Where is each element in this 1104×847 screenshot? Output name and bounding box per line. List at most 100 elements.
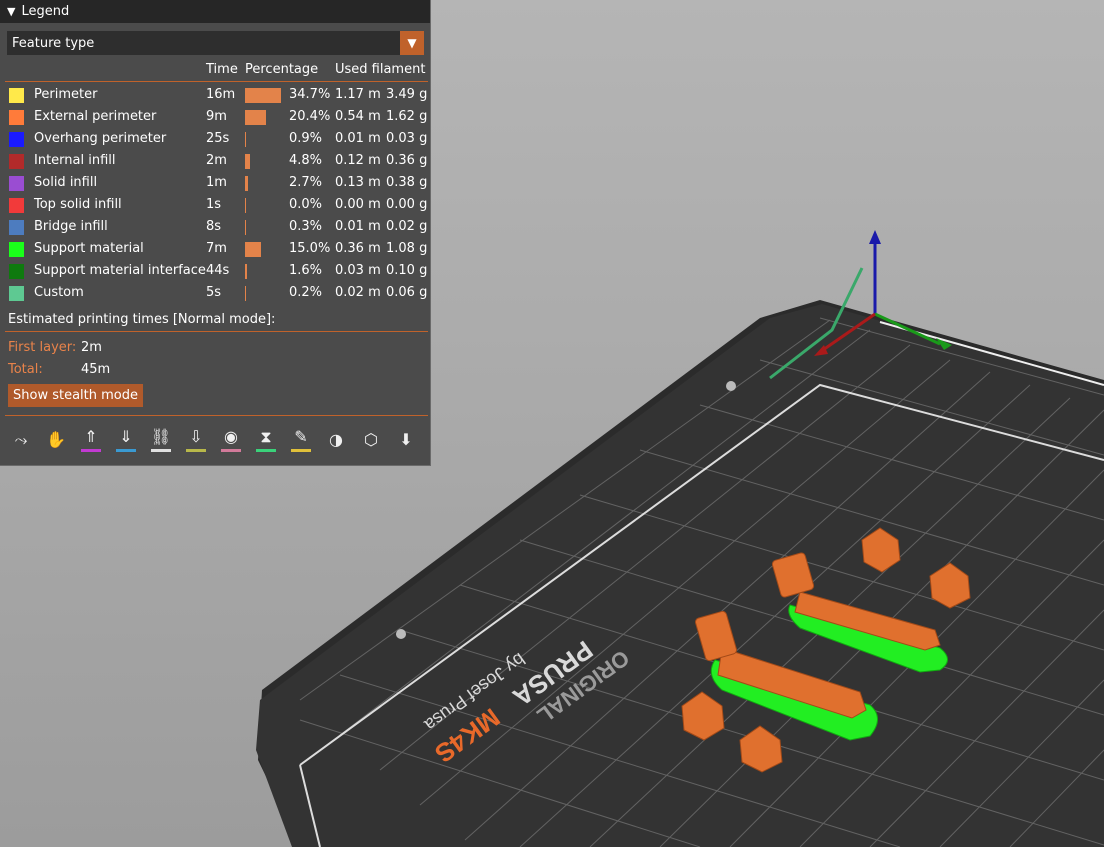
feature-weight: 0.03 g (386, 131, 428, 146)
feature-row[interactable]: Overhang perimeter 25s 0.9% 0.01 m 0.03 g (0, 128, 431, 150)
feature-time: 25s (206, 131, 230, 146)
collapse-triangle-icon[interactable]: ▼ (7, 5, 15, 18)
feature-color-swatch[interactable] (9, 176, 24, 191)
feature-percentage: 34.7% (289, 87, 331, 102)
feature-row[interactable]: Custom 5s 0.2% 0.02 m 0.06 g (0, 282, 431, 304)
feature-weight: 0.06 g (386, 285, 428, 300)
feature-length: 0.02 m (335, 285, 381, 300)
visibility-toolbar: ⤳ ✋ ⇑ ⇓ ⛓ ⇩ ◉ ⧗ ✎ ◑ ⬡ ⬇ (7, 424, 427, 456)
feature-row[interactable]: External perimeter 9m 20.4% 0.54 m 1.62 g (0, 106, 431, 128)
feature-color-swatch[interactable] (9, 264, 24, 279)
feature-color-swatch[interactable] (9, 286, 24, 301)
first-layer-value: 2m (81, 340, 102, 355)
feature-length: 0.00 m (335, 197, 381, 212)
feature-length: 0.54 m (335, 109, 381, 124)
feature-color-swatch[interactable] (9, 110, 24, 125)
total-value: 45m (81, 362, 111, 377)
feature-time: 2m (206, 153, 227, 168)
tool-changes-toggle-button[interactable]: ⇩ (182, 424, 210, 456)
shells-toggle-button[interactable]: ⬡ (357, 424, 385, 456)
percentage-bar (245, 286, 246, 301)
percentage-bar (245, 176, 248, 191)
feature-row[interactable]: Perimeter 16m 34.7% 1.17 m 3.49 g (0, 84, 431, 106)
legend-panel: ▼ Legend Feature type ▼ Time Percentage … (0, 0, 431, 466)
header-time: Time (206, 62, 238, 77)
first-layer-label: First layer: (8, 340, 77, 355)
feature-percentage: 2.7% (289, 175, 323, 190)
feature-time: 1m (206, 175, 227, 190)
feature-percentage: 0.9% (289, 131, 323, 146)
feature-percentage: 15.0% (289, 241, 331, 256)
feature-row[interactable]: Support material 7m 15.0% 0.36 m 1.08 g (0, 238, 431, 260)
feature-row[interactable]: Solid infill 1m 2.7% 0.13 m 0.38 g (0, 172, 431, 194)
color-changes-toggle-button[interactable]: ◉ (217, 424, 245, 456)
custom-gcodes-icon: ✎ (294, 427, 308, 446)
feature-color-swatch[interactable] (9, 154, 24, 169)
feature-color-swatch[interactable] (9, 88, 24, 103)
feature-length: 0.12 m (335, 153, 381, 168)
retractions-toggle-button[interactable]: ⇑ (77, 424, 105, 456)
feature-weight: 0.02 g (386, 219, 428, 234)
percentage-bar (245, 132, 246, 147)
feature-color-swatch[interactable] (9, 198, 24, 213)
feature-row[interactable]: Top solid infill 1s 0.0% 0.00 m 0.00 g (0, 194, 431, 216)
toggle-indicator (221, 449, 241, 452)
feature-row[interactable]: Internal infill 2m 4.8% 0.12 m 0.36 g (0, 150, 431, 172)
feature-row[interactable]: Bridge infill 8s 0.3% 0.01 m 0.02 g (0, 216, 431, 238)
feature-length: 0.03 m (335, 263, 381, 278)
toggle-indicator (151, 449, 171, 452)
toggle-indicator (81, 449, 101, 452)
retractions-icon: ⇑ (84, 427, 98, 446)
feature-percentage: 4.8% (289, 153, 323, 168)
travel-icon: ⤳ (14, 430, 28, 449)
feature-time: 8s (206, 219, 222, 234)
feature-color-swatch[interactable] (9, 242, 24, 257)
center-of-gravity-toggle-button[interactable]: ◑ (322, 424, 350, 456)
feature-percentage: 0.2% (289, 285, 323, 300)
feature-name: Perimeter (34, 87, 98, 102)
center-of-gravity-icon: ◑ (329, 430, 343, 449)
feature-color-swatch[interactable] (9, 132, 24, 147)
feature-length: 0.01 m (335, 219, 381, 234)
travel-toggle-button[interactable]: ⤳ (7, 424, 35, 456)
feature-weight: 0.10 g (386, 263, 428, 278)
show-stealth-mode-button[interactable]: Show stealth mode (8, 384, 143, 407)
wipe-toggle-button[interactable]: ✋ (42, 424, 70, 456)
feature-length: 0.13 m (335, 175, 381, 190)
dropdown-arrow-icon[interactable]: ▼ (400, 31, 424, 55)
tool-marker-toggle-button[interactable]: ⬇ (392, 424, 420, 456)
percentage-bar (245, 88, 281, 103)
feature-name: Overhang perimeter (34, 131, 167, 146)
deretractions-toggle-button[interactable]: ⇓ (112, 424, 140, 456)
feature-time: 1s (206, 197, 222, 212)
custom-gcodes-toggle-button[interactable]: ✎ (287, 424, 315, 456)
feature-length: 1.17 m (335, 87, 381, 102)
feature-length: 0.36 m (335, 241, 381, 256)
feature-name: Internal infill (34, 153, 116, 168)
feature-row[interactable]: Support material interface 44s 1.6% 0.03 m 0… (0, 260, 431, 282)
feature-time: 5s (206, 285, 222, 300)
percentage-bar (245, 242, 261, 257)
color-changes-icon: ◉ (224, 427, 238, 446)
toolbar-separator (5, 415, 428, 416)
percentage-bar (245, 198, 246, 213)
feature-time: 44s (206, 263, 230, 278)
feature-percentage: 1.6% (289, 263, 323, 278)
estimated-times-label: Estimated printing times [Normal mode]: (8, 312, 276, 327)
seams-icon: ⛓ (150, 427, 172, 446)
feature-weight: 0.36 g (386, 153, 428, 168)
view-type-select[interactable]: Feature type ▼ (7, 31, 424, 55)
percentage-bar (245, 154, 250, 169)
pause-prints-toggle-button[interactable]: ⧗ (252, 424, 280, 456)
seams-toggle-button[interactable]: ⛓ (147, 424, 175, 456)
legend-header[interactable]: ▼ Legend (0, 0, 430, 23)
feature-percentage: 20.4% (289, 109, 331, 124)
toggle-indicator (186, 449, 206, 452)
feature-weight: 1.62 g (386, 109, 428, 124)
feature-color-swatch[interactable] (9, 220, 24, 235)
feature-length: 0.01 m (335, 131, 381, 146)
feature-name: External perimeter (34, 109, 157, 124)
deretractions-icon: ⇓ (119, 427, 133, 446)
feature-time: 16m (206, 87, 236, 102)
header-percentage: Percentage (245, 62, 319, 77)
